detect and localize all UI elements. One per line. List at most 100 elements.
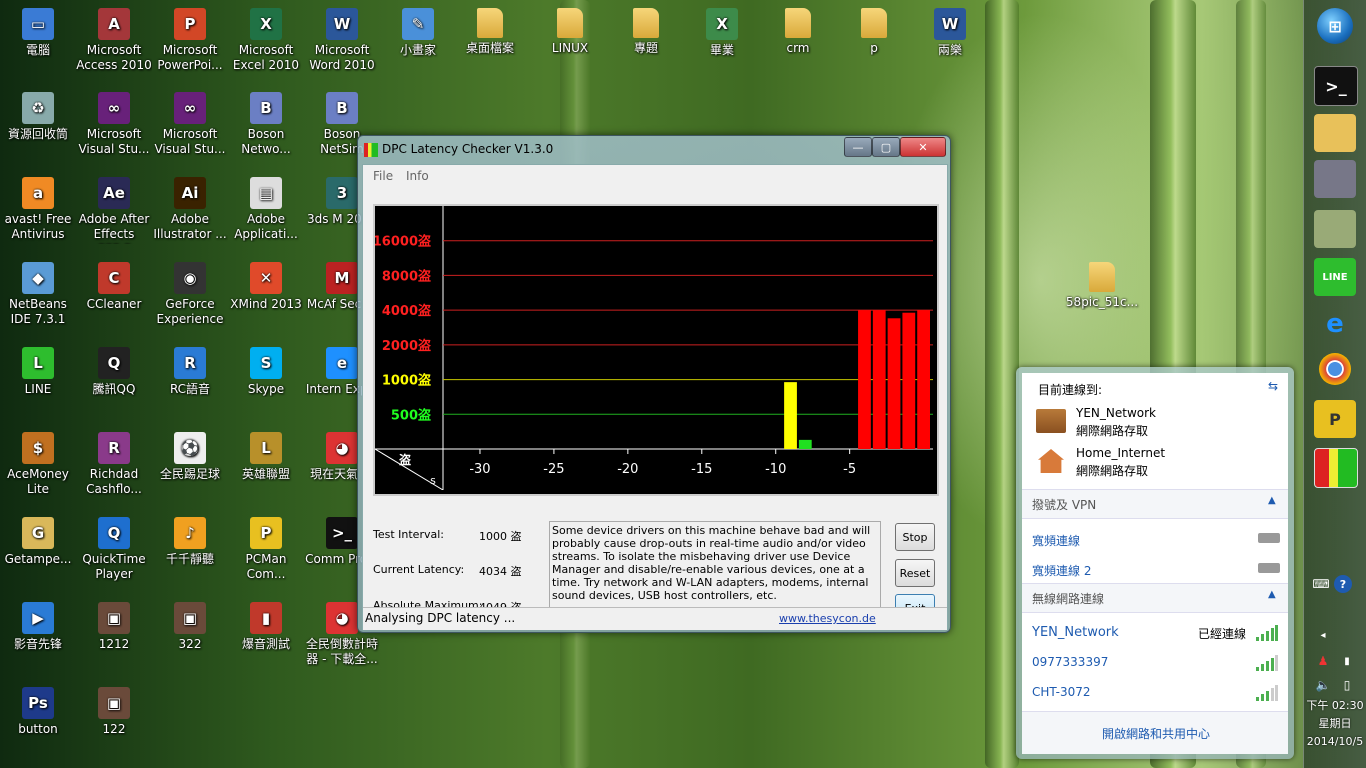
network-tray-icon[interactable]: ▮ (1338, 652, 1356, 670)
desktop-icon-image: Q (98, 347, 130, 379)
volume-icon[interactable]: 🔈 (1314, 676, 1332, 694)
stop-button[interactable]: Stop (895, 523, 935, 551)
desktop-icon-image: ◆ (22, 262, 54, 294)
desktop-icon[interactable]: ▣ 322 (152, 602, 228, 652)
desktop-icon[interactable]: Q QuickTime Player (76, 517, 152, 582)
terminal-taskbar-icon[interactable] (1314, 160, 1356, 198)
desktop-icon[interactable]: ◉ GeForce Experience (152, 262, 228, 327)
latency-bar (872, 310, 886, 449)
close-button[interactable]: ✕ (900, 137, 946, 157)
keyboard-icon[interactable]: ⌨ (1312, 575, 1330, 593)
wireless-section-header[interactable]: 無線網路連線 ▲ (1022, 583, 1288, 613)
menu-file[interactable]: File (373, 169, 393, 183)
desktop-icon[interactable]: ▭ 電腦 (0, 8, 76, 58)
desktop-icon[interactable]: 專題 (608, 8, 684, 56)
desktop-icon[interactable]: R Richdad Cashflo... (76, 432, 152, 497)
chrome-taskbar-icon[interactable] (1319, 353, 1351, 385)
desktop-icon[interactable]: Ps button (0, 687, 76, 737)
dialup-item[interactable]: 寬頻連線 2 (1032, 562, 1091, 579)
desktop-icon[interactable]: X 畢業 (684, 8, 760, 58)
desktop-icon[interactable]: a avast! Free Antivirus (0, 177, 76, 242)
desktop-icon[interactable]: P PCMan Com... (228, 517, 304, 582)
network-sharing-center-link[interactable]: 開啟網路和共用中心 (1102, 725, 1210, 742)
desktop-icon[interactable]: ▶ 影音先锋 (0, 602, 76, 652)
maximize-button[interactable]: ▢ (872, 137, 900, 157)
ie-taskbar-icon[interactable]: e (1314, 305, 1356, 343)
desktop-icon[interactable]: X Microsoft Excel 2010 (228, 8, 304, 73)
desktop-icon[interactable]: AeAdobe After Effects CS5.5 (76, 177, 152, 244)
line-taskbar-icon[interactable]: LINE (1314, 258, 1356, 296)
wireless-network-item[interactable]: YEN_Network (1032, 625, 1119, 640)
pcman-taskbar-icon[interactable]: P (1314, 400, 1356, 438)
desktop-icon-label: Microsoft PowerPoi... (157, 43, 223, 72)
tray-app-icon[interactable]: ♟ (1314, 652, 1332, 670)
desktop-icon-image: X (250, 8, 282, 40)
clock-time[interactable]: 下午 02:30 (1304, 698, 1366, 714)
desktop-icon[interactable]: ⚽ 全民踢足球 (152, 432, 228, 482)
desktop-icon[interactable]: S Skype (228, 347, 304, 397)
dialup-section-header[interactable]: 撥號及 VPN ▲ (1022, 489, 1288, 519)
menu-info[interactable]: Info (406, 169, 429, 183)
desktop-icon-image: L (250, 432, 282, 464)
connection-name: YEN_Network (1076, 406, 1156, 420)
start-orb-icon[interactable]: ⊞ (1317, 8, 1353, 44)
latency-bar (858, 310, 871, 449)
chevron-up-icon[interactable]: ▲ (1268, 589, 1276, 600)
desktop-icon[interactable]: ♪ 千千靜聽 (152, 517, 228, 567)
dpc-taskbar-icon[interactable] (1314, 448, 1358, 488)
cmd-taskbar-icon[interactable]: >_ (1314, 66, 1358, 106)
vendor-link[interactable]: www.thesycon.de (779, 612, 876, 625)
show-hidden-icons-icon[interactable]: ◂ (1314, 626, 1332, 644)
desktop-icon[interactable]: L LINE (0, 347, 76, 397)
desktop-icon[interactable]: G Getampe... (0, 517, 76, 567)
desktop-icon[interactable]: ∞ Microsoft Visual Stu... (152, 92, 228, 157)
latency-bar (902, 312, 916, 449)
wireless-network-item[interactable]: 0977333397 (1032, 655, 1108, 669)
help-icon[interactable]: ? (1334, 575, 1352, 593)
desktop-icon-label: 122 (102, 722, 126, 736)
desktop-icon-image: Ae (98, 177, 130, 209)
power-icon[interactable]: ▯ (1338, 676, 1356, 694)
desktop-icon[interactable]: ▣ 122 (76, 687, 152, 737)
desktop-icon[interactable]: ✕ XMind 2013 (228, 262, 304, 312)
latency-graph: 16000盗 8000盗 4000盗 2000盗 1000盗 500盗盗 s -30 -25 -2… (373, 204, 939, 496)
clock-date[interactable]: 2014/10/5 (1304, 734, 1366, 750)
minimize-button[interactable]: — (844, 137, 872, 157)
desktop-icon[interactable]: W 兩樂 (912, 8, 988, 58)
desktop-icon[interactable]: $ AceMoney Lite (0, 432, 76, 497)
desktop-icon[interactable]: L 英雄聯盟 (228, 432, 304, 482)
desktop-icon[interactable]: 58pic_51c... (1064, 262, 1140, 310)
desktop-icon-image: P (250, 517, 282, 549)
desktop-icon[interactable]: Ai Adobe Illustrator ... (152, 177, 228, 242)
connection-status: 網際網路存取 (1076, 424, 1149, 438)
desktop-icon[interactable]: crm (760, 8, 836, 56)
desktop-icon-label: 1212 (98, 637, 130, 651)
desktop-icon[interactable]: ▮ 爆音測試 (228, 602, 304, 652)
desktop-icon[interactable]: ◆ NetBeans IDE 7.3.1 (0, 262, 76, 327)
desktop-icon[interactable]: P Microsoft PowerPoi... (152, 8, 228, 73)
explorer-taskbar-icon[interactable] (1314, 114, 1356, 152)
desktop-icon[interactable]: p (836, 8, 912, 56)
desktop-icon[interactable]: ▤ Adobe Applicati... (228, 177, 304, 242)
desktop-icon[interactable]: B Boson Netwo... (228, 92, 304, 157)
desktop-icon[interactable]: ∞ Microsoft Visual Stu... (76, 92, 152, 157)
refresh-icon[interactable]: ⇆ (1268, 379, 1278, 393)
desktop-icon[interactable]: W Microsoft Word 2010 (304, 8, 380, 73)
sticky-notes-taskbar-icon[interactable] (1314, 210, 1356, 248)
dialup-item[interactable]: 寬頻連線 (1032, 532, 1080, 549)
desktop-icon[interactable]: ▣ 1212 (76, 602, 152, 652)
chevron-up-icon[interactable]: ▲ (1268, 495, 1276, 506)
status-text: Analysing DPC latency ... (365, 611, 516, 625)
desktop-icon[interactable]: C CCleaner (76, 262, 152, 312)
desktop-icon[interactable]: Q 騰訊QQ (76, 347, 152, 397)
desktop-icon[interactable]: 桌面檔案 (452, 8, 528, 56)
desktop-icon[interactable]: LINUX (532, 8, 608, 56)
clock-day[interactable]: 星期日 (1304, 716, 1366, 732)
desktop-icon[interactable]: ✎ 小畫家 (380, 8, 456, 58)
desktop-icon-label: Adobe Illustrator ... (153, 212, 227, 241)
reset-button[interactable]: Reset (895, 559, 935, 587)
desktop-icon[interactable]: A Microsoft Access 2010 (76, 8, 152, 73)
desktop-icon[interactable]: R RC語音 (152, 347, 228, 397)
wireless-network-item[interactable]: CHT-3072 (1032, 685, 1091, 699)
desktop-icon[interactable]: ♻ 資源回收筒 (0, 92, 76, 142)
